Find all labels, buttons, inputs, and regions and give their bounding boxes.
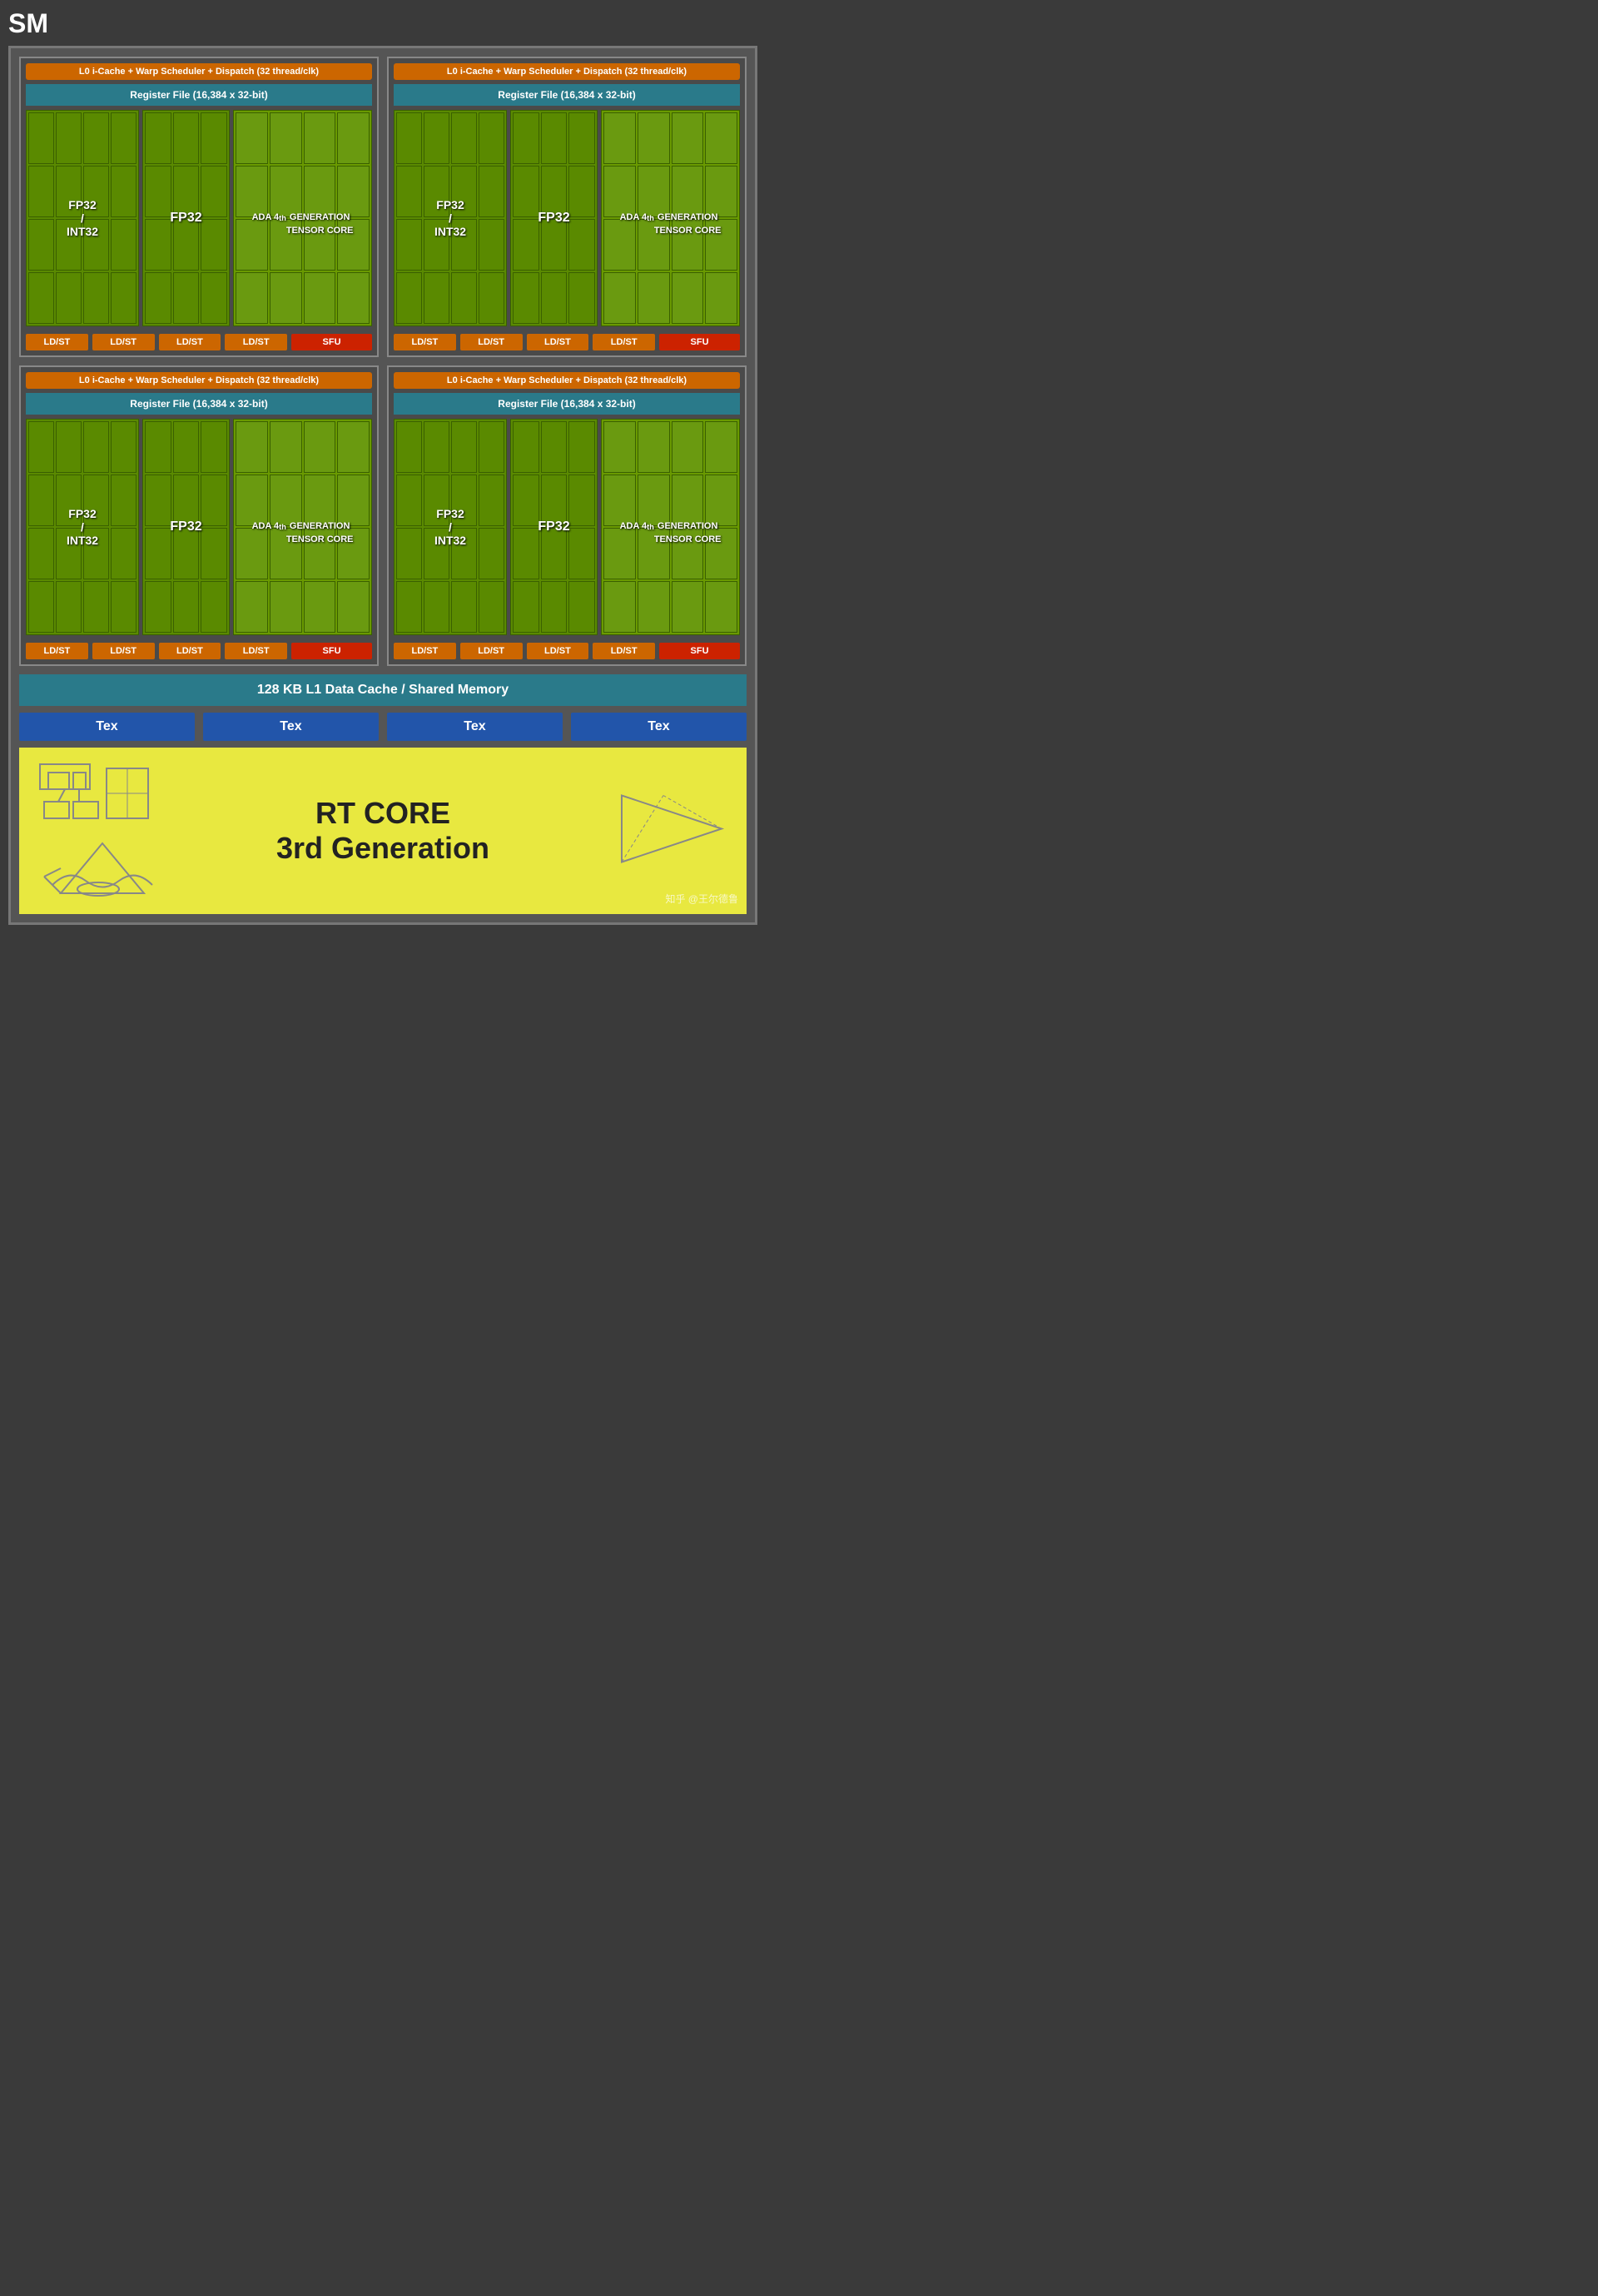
- ldst-box: LD/ST: [527, 334, 589, 350]
- register-file: Register File (16,384 x 32-bit): [394, 84, 740, 106]
- fp32-int32-col: FP32/INT32: [394, 419, 507, 635]
- warp-scheduler: L0 i-Cache + Warp Scheduler + Dispatch (…: [394, 372, 740, 389]
- ldst-box: LD/ST: [394, 643, 456, 659]
- fp32-int32-col: FP32/INT32: [394, 110, 507, 326]
- quad-grid: L0 i-Cache + Warp Scheduler + Dispatch (…: [19, 57, 747, 666]
- shader-icon: [36, 835, 161, 902]
- tensor-col: ADA 4thGENERATIONTENSOR CORE: [233, 419, 372, 635]
- fp32-col: FP32: [142, 419, 230, 635]
- bottom-row: LD/STLD/STLD/STLD/STSFU: [394, 643, 740, 659]
- tensor-col: ADA 4thGENERATIONTENSOR CORE: [233, 110, 372, 326]
- fp32-int32-col: FP32/INT32: [26, 110, 139, 326]
- compute-area: FP32/INT32FP32ADA 4thGENERATIONTENSOR CO…: [394, 110, 740, 326]
- warp-scheduler: L0 i-Cache + Warp Scheduler + Dispatch (…: [26, 63, 372, 80]
- ldst-box: LD/ST: [527, 643, 589, 659]
- fp32-col: FP32: [510, 110, 598, 326]
- register-file: Register File (16,384 x 32-bit): [26, 84, 372, 106]
- bottom-row: LD/STLD/STLD/STLD/STSFU: [394, 334, 740, 350]
- fp32-col: FP32: [142, 110, 230, 326]
- ldst-box: LD/ST: [593, 334, 655, 350]
- compute-area: FP32/INT32FP32ADA 4thGENERATIONTENSOR CO…: [26, 419, 372, 635]
- sm-title: SM: [8, 8, 48, 39]
- fp32-int32-col: FP32/INT32: [26, 419, 139, 635]
- ldst-box: LD/ST: [159, 334, 221, 350]
- triangle-icon: [613, 788, 730, 871]
- ldst-box: LD/ST: [26, 643, 88, 659]
- rt-core-text: RT CORE3rd Generation: [276, 796, 489, 866]
- sfu-box: SFU: [291, 643, 372, 659]
- ldst-box: LD/ST: [394, 334, 456, 350]
- bottom-row: LD/STLD/STLD/STLD/STSFU: [26, 643, 372, 659]
- sub-sm-4: L0 i-Cache + Warp Scheduler + Dispatch (…: [387, 365, 747, 666]
- tex-row: Tex Tex Tex Tex: [19, 713, 747, 741]
- warp-scheduler: L0 i-Cache + Warp Scheduler + Dispatch (…: [26, 372, 372, 389]
- tensor-col: ADA 4thGENERATIONTENSOR CORE: [601, 110, 740, 326]
- sub-sm-2: L0 i-Cache + Warp Scheduler + Dispatch (…: [387, 57, 747, 357]
- ldst-box: LD/ST: [593, 643, 655, 659]
- ldst-box: LD/ST: [225, 334, 287, 350]
- watermark: 知乎 @王尔德鲁: [665, 892, 738, 906]
- ldst-box: LD/ST: [92, 334, 155, 350]
- sub-sm-3: L0 i-Cache + Warp Scheduler + Dispatch (…: [19, 365, 379, 666]
- tex-box-3: Tex: [387, 713, 563, 741]
- ldst-box: LD/ST: [159, 643, 221, 659]
- sfu-box: SFU: [659, 643, 740, 659]
- ldst-box: LD/ST: [460, 334, 523, 350]
- bvh-icon: [36, 760, 161, 827]
- bottom-row: LD/STLD/STLD/STLD/STSFU: [26, 334, 372, 350]
- tex-box-1: Tex: [19, 713, 195, 741]
- tensor-col: ADA 4thGENERATIONTENSOR CORE: [601, 419, 740, 635]
- warp-scheduler: L0 i-Cache + Warp Scheduler + Dispatch (…: [394, 63, 740, 80]
- compute-area: FP32/INT32FP32ADA 4thGENERATIONTENSOR CO…: [394, 419, 740, 635]
- register-file: Register File (16,384 x 32-bit): [26, 393, 372, 415]
- sfu-box: SFU: [291, 334, 372, 350]
- tex-box-2: Tex: [203, 713, 379, 741]
- sfu-box: SFU: [659, 334, 740, 350]
- sm-container: L0 i-Cache + Warp Scheduler + Dispatch (…: [8, 46, 757, 925]
- ldst-box: LD/ST: [26, 334, 88, 350]
- register-file: Register File (16,384 x 32-bit): [394, 393, 740, 415]
- ldst-box: LD/ST: [92, 643, 155, 659]
- l1-cache: 128 KB L1 Data Cache / Shared Memory: [19, 674, 747, 706]
- fp32-col: FP32: [510, 419, 598, 635]
- ldst-box: LD/ST: [460, 643, 523, 659]
- tex-box-4: Tex: [571, 713, 747, 741]
- rt-core: RT CORE3rd Generation 知乎 @王尔德鲁: [19, 748, 747, 914]
- compute-area: FP32/INT32FP32ADA 4thGENERATIONTENSOR CO…: [26, 110, 372, 326]
- sub-sm-1: L0 i-Cache + Warp Scheduler + Dispatch (…: [19, 57, 379, 357]
- ldst-box: LD/ST: [225, 643, 287, 659]
